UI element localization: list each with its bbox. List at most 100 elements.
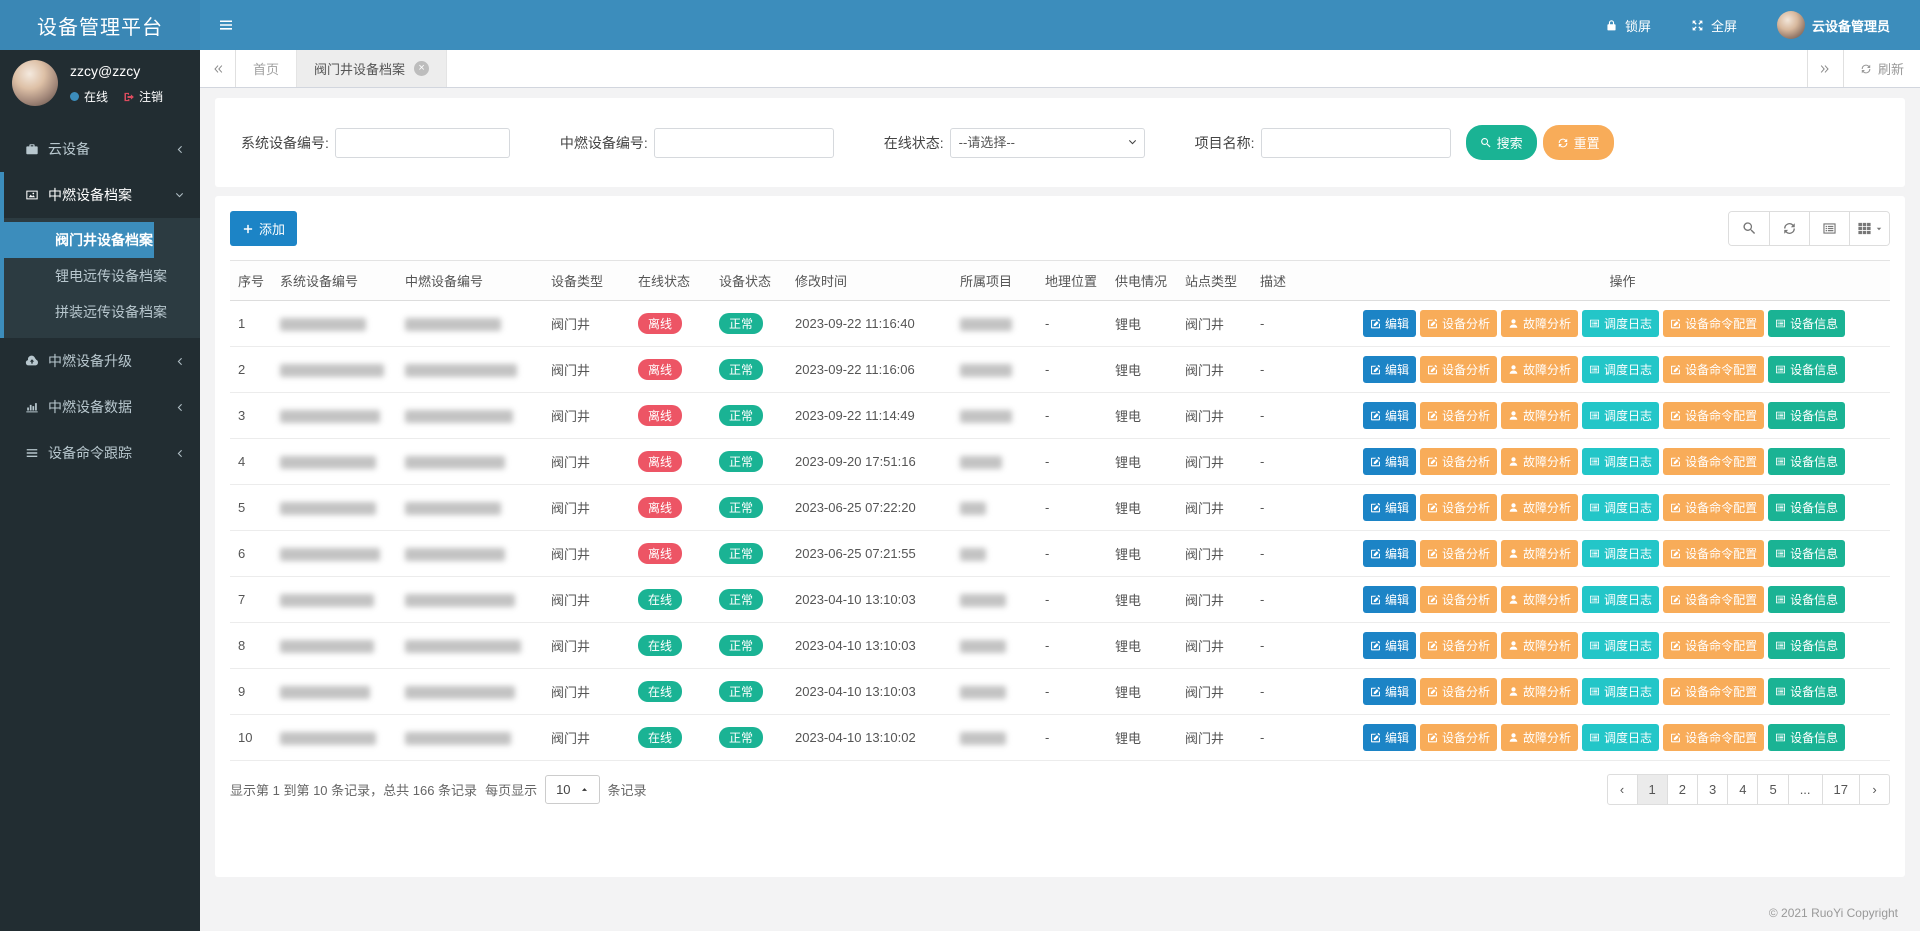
device-command-config-button[interactable]: 设备命令配置	[1663, 540, 1764, 567]
online-status-select[interactable]: --请选择--	[950, 128, 1145, 158]
dispatch-log-button[interactable]: 调度日志	[1582, 632, 1659, 659]
sidebar-item-4[interactable]: 中燃设备数据	[0, 384, 200, 430]
prev-page-button[interactable]: ‹	[1607, 774, 1638, 805]
device-analysis-button[interactable]: 设备分析	[1420, 448, 1497, 475]
device-info-button[interactable]: 设备信息	[1768, 724, 1845, 751]
system-device-no-input[interactable]	[335, 128, 510, 158]
table-refresh-button[interactable]	[1769, 212, 1809, 245]
project-name-input[interactable]	[1261, 128, 1451, 158]
page-size-select[interactable]: 10	[545, 775, 599, 804]
device-command-config-button[interactable]: 设备命令配置	[1663, 356, 1764, 383]
device-command-config-button[interactable]: 设备命令配置	[1663, 678, 1764, 705]
fault-analysis-button[interactable]: 故障分析	[1501, 310, 1578, 337]
page-ellipsis[interactable]: ...	[1788, 774, 1823, 805]
close-tab-icon[interactable]: ×	[414, 61, 429, 76]
page-button-3[interactable]: 3	[1697, 774, 1728, 805]
device-command-config-button[interactable]: 设备命令配置	[1663, 632, 1764, 659]
dispatch-log-button[interactable]: 调度日志	[1582, 586, 1659, 613]
sidebar-item-2[interactable]: 中燃设备档案	[4, 172, 200, 218]
sidebar-toggle[interactable]	[200, 0, 252, 50]
fault-analysis-button[interactable]: 故障分析	[1501, 448, 1578, 475]
device-analysis-button[interactable]: 设备分析	[1420, 402, 1497, 429]
device-command-config-button[interactable]: 设备命令配置	[1663, 402, 1764, 429]
sidebar-item-5[interactable]: 设备命令跟踪	[0, 430, 200, 476]
device-info-button[interactable]: 设备信息	[1768, 310, 1845, 337]
fault-analysis-button[interactable]: 故障分析	[1501, 540, 1578, 567]
gas-device-no-input[interactable]	[654, 128, 834, 158]
device-info-button[interactable]: 设备信息	[1768, 540, 1845, 567]
table-columns-button[interactable]	[1849, 212, 1889, 245]
table-search-toggle-button[interactable]	[1729, 212, 1769, 245]
page-button-4[interactable]: 4	[1727, 774, 1758, 805]
table-detail-view-button[interactable]	[1809, 212, 1849, 245]
edit-button[interactable]: 编辑	[1363, 448, 1416, 475]
device-analysis-button[interactable]: 设备分析	[1420, 310, 1497, 337]
fault-analysis-button[interactable]: 故障分析	[1501, 632, 1578, 659]
page-button-5[interactable]: 5	[1757, 774, 1788, 805]
device-analysis-button[interactable]: 设备分析	[1420, 678, 1497, 705]
sidebar-subitem-2-3[interactable]: 拼装远传设备档案	[4, 294, 200, 330]
tabs-scroll-right-button[interactable]	[1807, 50, 1843, 87]
refresh-tab-button[interactable]: 刷新	[1843, 50, 1920, 87]
dispatch-log-button[interactable]: 调度日志	[1582, 678, 1659, 705]
edit-button[interactable]: 编辑	[1363, 402, 1416, 429]
edit-button[interactable]: 编辑	[1363, 494, 1416, 521]
reset-button[interactable]: 重置	[1543, 125, 1614, 160]
add-button[interactable]: 添加	[230, 211, 297, 246]
sidebar-subitem-2-1[interactable]: 阀门井设备档案	[4, 222, 154, 258]
fault-analysis-button[interactable]: 故障分析	[1501, 494, 1578, 521]
device-command-config-button[interactable]: 设备命令配置	[1663, 494, 1764, 521]
edit-button[interactable]: 编辑	[1363, 540, 1416, 567]
device-command-config-button[interactable]: 设备命令配置	[1663, 310, 1764, 337]
fullscreen-button[interactable]: 全屏	[1691, 16, 1737, 35]
edit-button[interactable]: 编辑	[1363, 724, 1416, 751]
dispatch-log-button[interactable]: 调度日志	[1582, 540, 1659, 567]
dispatch-log-button[interactable]: 调度日志	[1582, 448, 1659, 475]
dispatch-log-button[interactable]: 调度日志	[1582, 494, 1659, 521]
edit-button[interactable]: 编辑	[1363, 586, 1416, 613]
fault-analysis-button[interactable]: 故障分析	[1501, 402, 1578, 429]
sidebar-subitem-2-2[interactable]: 锂电远传设备档案	[4, 258, 200, 294]
edit-button[interactable]: 编辑	[1363, 632, 1416, 659]
device-analysis-button[interactable]: 设备分析	[1420, 632, 1497, 659]
page-button-17[interactable]: 17	[1822, 774, 1860, 805]
device-analysis-button[interactable]: 设备分析	[1420, 724, 1497, 751]
edit-button[interactable]: 编辑	[1363, 356, 1416, 383]
fault-analysis-button[interactable]: 故障分析	[1501, 356, 1578, 383]
lock-screen-button[interactable]: 锁屏	[1605, 16, 1651, 35]
fault-analysis-button[interactable]: 故障分析	[1501, 724, 1578, 751]
dispatch-log-button[interactable]: 调度日志	[1582, 356, 1659, 383]
tab-home[interactable]: 首页	[236, 50, 297, 87]
device-info-button[interactable]: 设备信息	[1768, 402, 1845, 429]
device-info-button[interactable]: 设备信息	[1768, 586, 1845, 613]
device-info-button[interactable]: 设备信息	[1768, 448, 1845, 475]
dispatch-log-button[interactable]: 调度日志	[1582, 310, 1659, 337]
device-analysis-button[interactable]: 设备分析	[1420, 540, 1497, 567]
device-info-button[interactable]: 设备信息	[1768, 494, 1845, 521]
tabs-scroll-left-button[interactable]	[200, 50, 236, 87]
device-info-button[interactable]: 设备信息	[1768, 632, 1845, 659]
next-page-button[interactable]: ›	[1859, 774, 1890, 805]
user-menu[interactable]: 云设备管理员	[1777, 11, 1890, 39]
device-command-config-button[interactable]: 设备命令配置	[1663, 724, 1764, 751]
fault-analysis-button[interactable]: 故障分析	[1501, 586, 1578, 613]
dispatch-log-button[interactable]: 调度日志	[1582, 402, 1659, 429]
fault-analysis-button[interactable]: 故障分析	[1501, 678, 1578, 705]
edit-button[interactable]: 编辑	[1363, 310, 1416, 337]
sidebar-item-3[interactable]: 中燃设备升级	[0, 338, 200, 384]
edit-button[interactable]: 编辑	[1363, 678, 1416, 705]
page-button-2[interactable]: 2	[1667, 774, 1698, 805]
device-command-config-button[interactable]: 设备命令配置	[1663, 586, 1764, 613]
device-info-button[interactable]: 设备信息	[1768, 678, 1845, 705]
device-info-button[interactable]: 设备信息	[1768, 356, 1845, 383]
device-analysis-button[interactable]: 设备分析	[1420, 356, 1497, 383]
search-button[interactable]: 搜索	[1466, 125, 1537, 160]
dispatch-log-button[interactable]: 调度日志	[1582, 724, 1659, 751]
page-button-1[interactable]: 1	[1637, 774, 1668, 805]
sidebar-item-1[interactable]: 云设备	[0, 126, 200, 172]
tab-valve-well-archive[interactable]: 阀门井设备档案 ×	[297, 50, 447, 87]
device-command-config-button[interactable]: 设备命令配置	[1663, 448, 1764, 475]
logout-button[interactable]: 注销	[123, 88, 163, 105]
device-analysis-button[interactable]: 设备分析	[1420, 586, 1497, 613]
device-analysis-button[interactable]: 设备分析	[1420, 494, 1497, 521]
